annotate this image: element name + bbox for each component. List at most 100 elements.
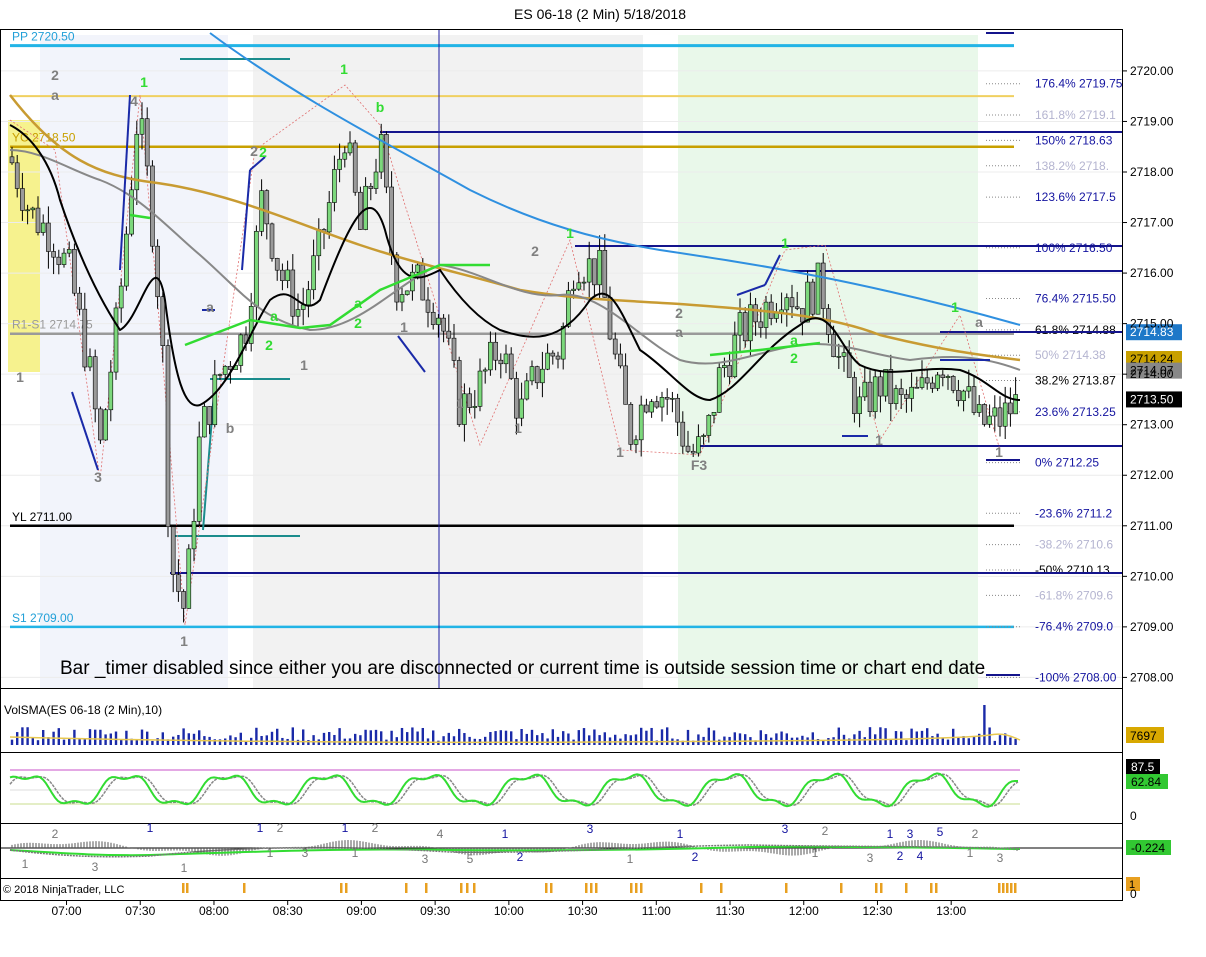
osc-axis-zero: 0 [1130, 809, 1137, 823]
signal-axis-zero: 0 [1130, 887, 1137, 901]
wave-label: 1 [781, 235, 789, 251]
signal-tick [425, 883, 428, 893]
volume-bar [322, 732, 326, 745]
signal-tick [640, 883, 643, 893]
signal-tick [473, 883, 476, 893]
candle-body [987, 415, 992, 425]
signal-tick [1014, 883, 1017, 893]
level-label: S1 2709.00 [12, 611, 74, 625]
candle-body [150, 165, 155, 247]
candle-body [919, 377, 925, 388]
candle-body [20, 188, 25, 211]
macd-wave-label: 3 [997, 851, 1004, 865]
wave-label: b [226, 420, 235, 436]
volume-bar [889, 739, 892, 745]
candle-body [165, 345, 171, 528]
price-tick-label: 2711.00 [1130, 519, 1173, 533]
volume-bar [525, 733, 528, 745]
candle-body [337, 158, 342, 170]
volume-bar [359, 735, 362, 745]
fib-label: 38.2% 2713.87 [1035, 374, 1116, 388]
volume-bar [879, 727, 882, 745]
time-tick-label: 08:30 [273, 904, 303, 918]
candle-body [181, 591, 186, 609]
signal-tick [590, 883, 593, 893]
candle-body [124, 233, 129, 287]
candle-body [40, 222, 46, 233]
candle-body [898, 388, 904, 395]
volume-bar [468, 736, 471, 745]
candle-body [451, 337, 457, 361]
macd-tag: -0.224 [1131, 841, 1165, 855]
candle-body [576, 282, 582, 290]
candle-body [155, 245, 160, 297]
candle-body [545, 352, 550, 370]
candle-body [529, 366, 535, 382]
candle-body [872, 376, 878, 412]
volume-bar [733, 732, 736, 745]
candle-body [61, 252, 67, 265]
signal-tick [875, 883, 878, 893]
volume-bar [905, 740, 908, 745]
volume-bar [988, 727, 991, 745]
wave-label: 2 [675, 305, 683, 321]
time-tick-label: 11:30 [715, 904, 744, 918]
volume-bar [567, 733, 570, 745]
candle-body [347, 142, 353, 154]
candle-body [488, 341, 493, 371]
volume-bar [972, 736, 976, 745]
level-label: YL 2711.00 [12, 510, 72, 524]
volume-bar [239, 732, 242, 745]
candle-body [467, 393, 472, 408]
price-tick-label: 2720.00 [1130, 64, 1174, 78]
signal-tick [545, 883, 548, 893]
signal-tick [720, 883, 723, 893]
candle-body [680, 421, 686, 447]
candle-body [404, 290, 410, 295]
candle-body [212, 374, 218, 426]
candle-body [493, 341, 498, 361]
candle-body [992, 407, 998, 417]
candle-body [586, 258, 592, 283]
candle-body [852, 377, 857, 414]
volume-bar [998, 735, 1002, 745]
wave-label: a [354, 295, 362, 311]
wave-label: 2 [531, 243, 539, 259]
candle-body [664, 397, 670, 400]
macd-wave-label: 1 [257, 821, 264, 835]
candle-body [935, 374, 940, 389]
time-tick-label: 12:30 [862, 904, 892, 918]
candle-body [945, 376, 951, 378]
volume-bar [260, 736, 263, 745]
candle-body [654, 401, 660, 408]
candle-body [956, 390, 961, 401]
price-tags: 2714.832714.242714.072713.50 [1126, 324, 1182, 408]
candle-body [649, 401, 654, 413]
fib-label: -76.4% 2709.0 [1035, 620, 1113, 634]
time-tick-label: 09:30 [420, 904, 450, 918]
signal-tick [460, 883, 463, 893]
volume-bar [156, 738, 159, 745]
volume-bar [993, 740, 996, 745]
candle-body [134, 133, 140, 191]
price-tag-label: 2713.50 [1130, 392, 1174, 406]
candle-body [311, 255, 316, 291]
candle-body [482, 369, 488, 372]
candle-body [727, 365, 732, 378]
candle-body [597, 250, 602, 286]
candle-body [436, 317, 441, 325]
volume-bar [328, 732, 331, 745]
candle-body [332, 169, 337, 203]
volume-bar [759, 730, 762, 745]
candle-body [72, 249, 77, 294]
candle-body [503, 353, 509, 365]
candle-body [196, 436, 202, 522]
signal-tick [345, 883, 348, 893]
signal-tick [1002, 883, 1005, 893]
candle-body [25, 209, 30, 212]
wave-label: 1 [300, 357, 308, 373]
wave-label: 1 [340, 61, 348, 77]
fib-label: 50% 2714.38 [1035, 348, 1106, 362]
time-tick-label: 07:00 [52, 904, 82, 918]
candle-body [222, 365, 228, 375]
